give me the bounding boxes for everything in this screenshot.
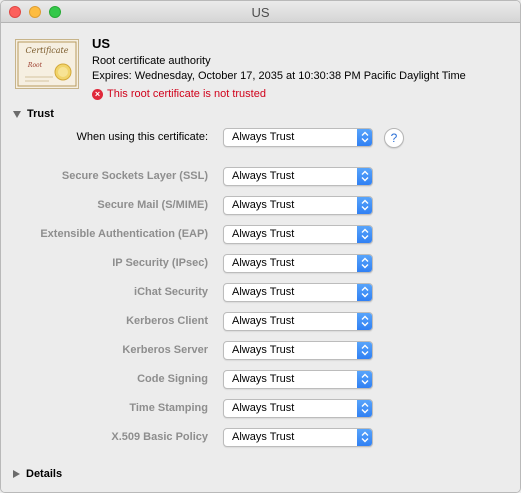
policy-label: Secure Mail (S/MIME) xyxy=(97,199,208,211)
updown-chevron-icon xyxy=(357,342,372,359)
policy-popup[interactable]: Always Trust xyxy=(223,225,373,244)
policy-popup[interactable]: Always Trust xyxy=(223,341,373,360)
certificate-expiration: Expires: Wednesday, October 17, 2035 at … xyxy=(92,70,466,82)
policy-value: Always Trust xyxy=(232,431,295,443)
certificate-content: Certificate Root US Root certificate aut… xyxy=(1,24,520,492)
certificate-icon-subtitle: Root xyxy=(27,62,43,69)
policy-popup[interactable]: Always Trust xyxy=(223,370,373,389)
error-circle-icon: × xyxy=(92,88,103,100)
policy-value: Always Trust xyxy=(232,286,295,298)
certificate-icon: Certificate Root xyxy=(15,39,79,89)
policy-label: Secure Sockets Layer (SSL) xyxy=(61,170,208,182)
policy-popup[interactable]: Always Trust xyxy=(223,167,373,186)
window-title: US xyxy=(251,5,270,20)
updown-chevron-icon xyxy=(357,168,372,185)
when-using-popup[interactable]: Always Trust xyxy=(223,128,373,147)
when-using-label: When using this certificate: xyxy=(76,131,208,143)
policy-label: Kerberos Client xyxy=(126,315,208,327)
policy-label: Extensible Authentication (EAP) xyxy=(40,228,208,240)
title-bar[interactable]: US xyxy=(1,1,520,23)
trust-status-text: This root certificate is not trusted xyxy=(107,88,266,100)
policy-popup[interactable]: Always Trust xyxy=(223,312,373,331)
policy-label: X.509 Basic Policy xyxy=(111,431,208,443)
trust-section-label: Trust xyxy=(27,108,54,120)
certificate-kind: Root certificate authority xyxy=(92,55,211,67)
policy-value: Always Trust xyxy=(232,344,295,356)
details-section-label: Details xyxy=(26,468,63,480)
updown-chevron-icon xyxy=(357,284,372,301)
updown-chevron-icon xyxy=(357,400,372,417)
policy-value: Always Trust xyxy=(232,315,295,327)
when-using-value: Always Trust xyxy=(232,131,295,143)
policy-label: Code Signing xyxy=(137,373,208,385)
certificate-window: US Certificate Root US Root certificate … xyxy=(0,0,521,493)
policy-popup[interactable]: Always Trust xyxy=(223,428,373,447)
policy-value: Always Trust xyxy=(232,373,295,385)
policy-value: Always Trust xyxy=(232,228,295,240)
updown-chevron-icon xyxy=(357,197,372,214)
updown-chevron-icon xyxy=(357,429,372,446)
disclosure-right-icon xyxy=(13,470,20,478)
policy-popup[interactable]: Always Trust xyxy=(223,254,373,273)
policy-value: Always Trust xyxy=(232,257,295,269)
policy-label: Time Stamping xyxy=(129,402,208,414)
policy-popup[interactable]: Always Trust xyxy=(223,399,373,418)
trust-status: × This root certificate is not trusted xyxy=(92,88,266,100)
certificate-name: US xyxy=(92,36,111,51)
policy-label: Kerberos Server xyxy=(122,344,208,356)
details-section-toggle[interactable]: Details xyxy=(13,468,62,480)
updown-chevron-icon xyxy=(357,226,372,243)
certificate-icon-title: Certificate xyxy=(26,46,69,55)
updown-chevron-icon xyxy=(357,371,372,388)
policy-popup[interactable]: Always Trust xyxy=(223,283,373,302)
policy-label: iChat Security xyxy=(134,286,208,298)
help-button[interactable]: ? xyxy=(384,128,404,148)
updown-chevron-icon xyxy=(357,313,372,330)
disclosure-down-icon xyxy=(13,110,21,118)
policy-popup[interactable]: Always Trust xyxy=(223,196,373,215)
policy-value: Always Trust xyxy=(232,170,295,182)
updown-chevron-icon xyxy=(357,255,372,272)
policy-value: Always Trust xyxy=(232,199,295,211)
updown-chevron-icon xyxy=(357,129,372,146)
trust-section-toggle[interactable]: Trust xyxy=(13,108,54,120)
policy-label: IP Security (IPsec) xyxy=(112,257,208,269)
policy-value: Always Trust xyxy=(232,402,295,414)
